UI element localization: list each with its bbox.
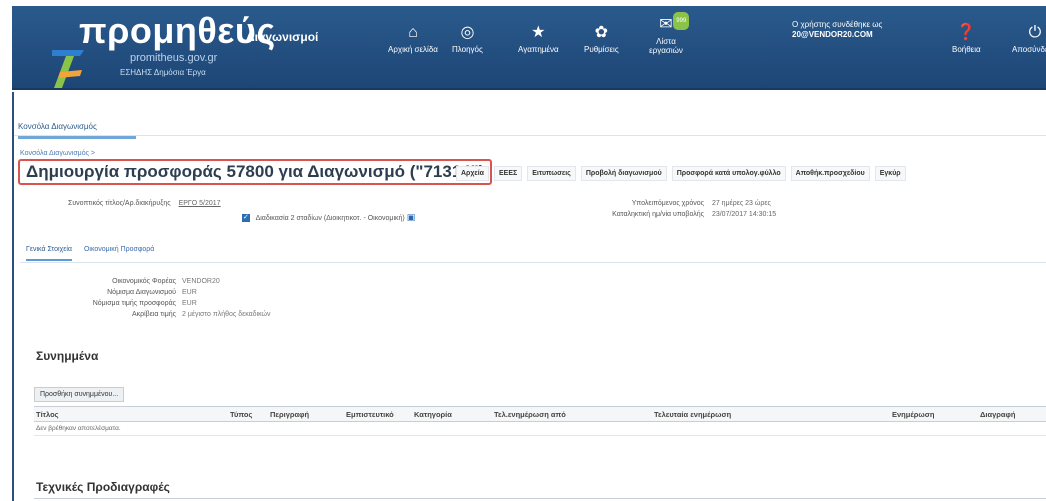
tab-general[interactable]: Γενικά Στοιχεία	[26, 246, 72, 261]
info-value: EUR	[182, 300, 197, 307]
bottom-divider	[34, 498, 1046, 499]
info-label: Ακρίβεια τιμής	[131, 311, 176, 318]
nav-worklist-label: Λίστα εργασιών	[649, 37, 683, 55]
logo-url: promitheus.gov.gr	[130, 52, 218, 64]
view-tender-button[interactable]: Προβολή διαγωνισμού	[580, 166, 667, 181]
two-stage-checkbox[interactable]	[242, 213, 250, 223]
attachments-table: Προσθήκη συνημμένου... Τίτλος Τύπος Περι…	[34, 383, 1046, 436]
home-icon: ⌂	[408, 24, 418, 41]
col-delete[interactable]: Διαγραφή	[980, 410, 1015, 419]
tab-financial[interactable]: Οικονομική Προσφορά	[84, 246, 154, 261]
info-value: VENDOR20	[182, 278, 220, 285]
two-stage-label: Διαδικασία 2 σταδίων (Διοικητικοτ. - Οικ…	[255, 215, 405, 222]
page-title-box: Δημιουργία προσφοράς 57800 για Διαγωνισμ…	[18, 159, 493, 185]
reference-field: Συνοπτικός τίτλος/Αρ.διακήρυξης ΕΡΓΟ 5/2…	[68, 200, 221, 207]
subtabs-divider	[20, 262, 1046, 263]
nav-home[interactable]: ⌂ Αρχική σελίδα	[388, 24, 438, 54]
compass-icon: ◎	[460, 24, 475, 41]
info-row: Οικονομικός Φορέας VENDOR20	[60, 278, 271, 289]
tab-divider	[14, 135, 1046, 136]
spreadsheet-offer-button[interactable]: Προσφορά κατά υπολογ.φύλλο	[671, 166, 786, 181]
time-left-value: 27 ημέρες 23 ώρες	[711, 200, 771, 207]
deadline-field: Καταληκτική ημ/νία υποβολής 23/07/2017 1…	[596, 211, 776, 218]
nav-worklist[interactable]: ✉ 999 Λίστα εργασιών	[646, 12, 690, 55]
reference-link[interactable]: ΕΡΓΟ 5/2017	[179, 200, 221, 207]
info-value: 2 μέγιστο πλήθος δεκαδικών	[182, 311, 271, 318]
col-update[interactable]: Ενημέρωση	[892, 410, 934, 419]
add-attachment-button[interactable]: Προσθήκη συνημμένου...	[34, 387, 125, 402]
logged-user-label: Ο χρήστης συνδέθηκε ως	[792, 20, 883, 29]
power-icon: ⏻	[1028, 24, 1042, 41]
reference-label: Συνοπτικός τίτλος/Αρ.διακήρυξης	[68, 200, 171, 207]
logged-user: Ο χρήστης συνδέθηκε ως 20@VENDOR20.COM	[792, 20, 882, 40]
info-block: Οικονομικός Φορέας VENDOR20 Νόμισμα Διαγ…	[60, 278, 271, 322]
info-label: Νόμισμα τιμής προσφοράς	[92, 300, 176, 307]
table-header: Τίτλος Τύπος Περιγραφή Εμπιστευτικό Κατη…	[34, 406, 1046, 422]
time-left-field: Υπολειπόμενος χρόνος 27 ημέρες 23 ώρες	[596, 200, 771, 207]
info-row: Ακρίβεια τιμής 2 μέγιστο πλήθος δεκαδικώ…	[60, 311, 271, 322]
col-description[interactable]: Περιγραφή	[270, 410, 309, 419]
bell-icon: ✉ 999	[659, 12, 690, 34]
specs-title: Τεχνικές Προδιαγραφές	[36, 480, 170, 494]
action-bar: Αρχεία ΕΕΕΣ Ειτυπωσεις Προβολή διαγωνισμ…	[456, 166, 906, 181]
col-type[interactable]: Τύπος	[230, 410, 252, 419]
info-icon[interactable]: ▣	[407, 212, 416, 222]
nav-navigator-label: Πλοηγός	[452, 45, 483, 54]
help-icon: ❓	[956, 24, 977, 41]
info-label: Νόμισμα Διαγωνισμού	[107, 289, 176, 296]
logged-user-email: 20@VENDOR20.COM	[792, 30, 873, 39]
gear-icon: ✿	[594, 24, 609, 41]
info-row: Νόμισμα τιμής προσφοράς EUR	[60, 300, 271, 311]
validate-button[interactable]: Εγκύρ	[874, 166, 906, 181]
notification-badge: 999	[673, 12, 690, 30]
nav-help-label: Βοήθεια	[952, 45, 981, 54]
col-confidential[interactable]: Εμπιστευτικό	[346, 410, 394, 419]
nav-favorites-label: Αγαπημένα	[518, 45, 559, 54]
nav-settings-label: Ρυθμίσεις	[584, 45, 619, 54]
info-value: EUR	[182, 289, 197, 296]
logo-tagline: ΕΣΗΔΗΣ Δημόσια Έργα	[120, 68, 206, 77]
deadline-value: 23/07/2017 14:30:15	[711, 211, 777, 218]
save-draft-button[interactable]: Αποθήκ.προσχεδίου	[790, 166, 870, 181]
info-row: Νόμισμα Διαγωνισμού EUR	[60, 289, 271, 300]
nav-settings[interactable]: ✿ Ρυθμίσεις	[584, 24, 619, 54]
nav-navigator[interactable]: ◎ Πλοηγός	[452, 24, 483, 54]
col-title[interactable]: Τίτλος	[36, 410, 59, 419]
col-category[interactable]: Κατηγορία	[414, 410, 452, 419]
info-label: Οικονομικός Φορέας	[112, 278, 176, 285]
empty-message: Δεν βρέθηκαν αποτελέσματα.	[34, 422, 1046, 436]
deadline-label: Καταληκτική ημ/νία υποβολής	[612, 211, 704, 218]
app-header: προμηθεύς Διαγωνισμοί promitheus.gov.gr …	[12, 6, 1046, 90]
page-title: Δημιουργία προσφοράς 57800 για Διαγωνισμ…	[26, 162, 485, 181]
star-icon: ★	[531, 24, 546, 41]
printouts-button[interactable]: Ειτυπωσεις	[527, 166, 576, 181]
nav-logout-label: Αποσύνδεση	[1012, 45, 1046, 54]
attachments-title: Συνημμένα	[36, 349, 99, 363]
col-last-updated[interactable]: Τελευταία ενημέρωση	[654, 410, 731, 419]
tab-tender-console[interactable]: Κονσόλα Διαγωνισμός	[18, 122, 136, 139]
two-stage-field: Διαδικασία 2 σταδίων (Διοικητικοτ. - Οικ…	[242, 212, 415, 223]
nav-help[interactable]: ❓ Βοήθεια	[952, 24, 981, 54]
logo[interactable]: προμηθεύς Διαγωνισμοί promitheus.gov.gr …	[32, 10, 332, 88]
nav-logout[interactable]: ⏻ Αποσύνδεση	[1012, 24, 1046, 54]
nav-home-label: Αρχική σελίδα	[388, 45, 438, 54]
nav-favorites[interactable]: ★ Αγαπημένα	[518, 24, 559, 54]
col-updated-by[interactable]: Τελ.ενημέρωση από	[494, 410, 566, 419]
time-left-label: Υπολειπόμενος χρόνος	[631, 200, 704, 207]
eeees-button[interactable]: ΕΕΕΣ	[494, 166, 523, 181]
files-button[interactable]: Αρχεία	[456, 166, 489, 181]
subtabs: Γενικά Στοιχεία Οικονομική Προσφορά	[26, 246, 154, 261]
logo-subtitle: Διαγωνισμοί	[246, 30, 319, 44]
breadcrumb[interactable]: Κονσόλα Διαγωνισμός >	[20, 150, 95, 157]
